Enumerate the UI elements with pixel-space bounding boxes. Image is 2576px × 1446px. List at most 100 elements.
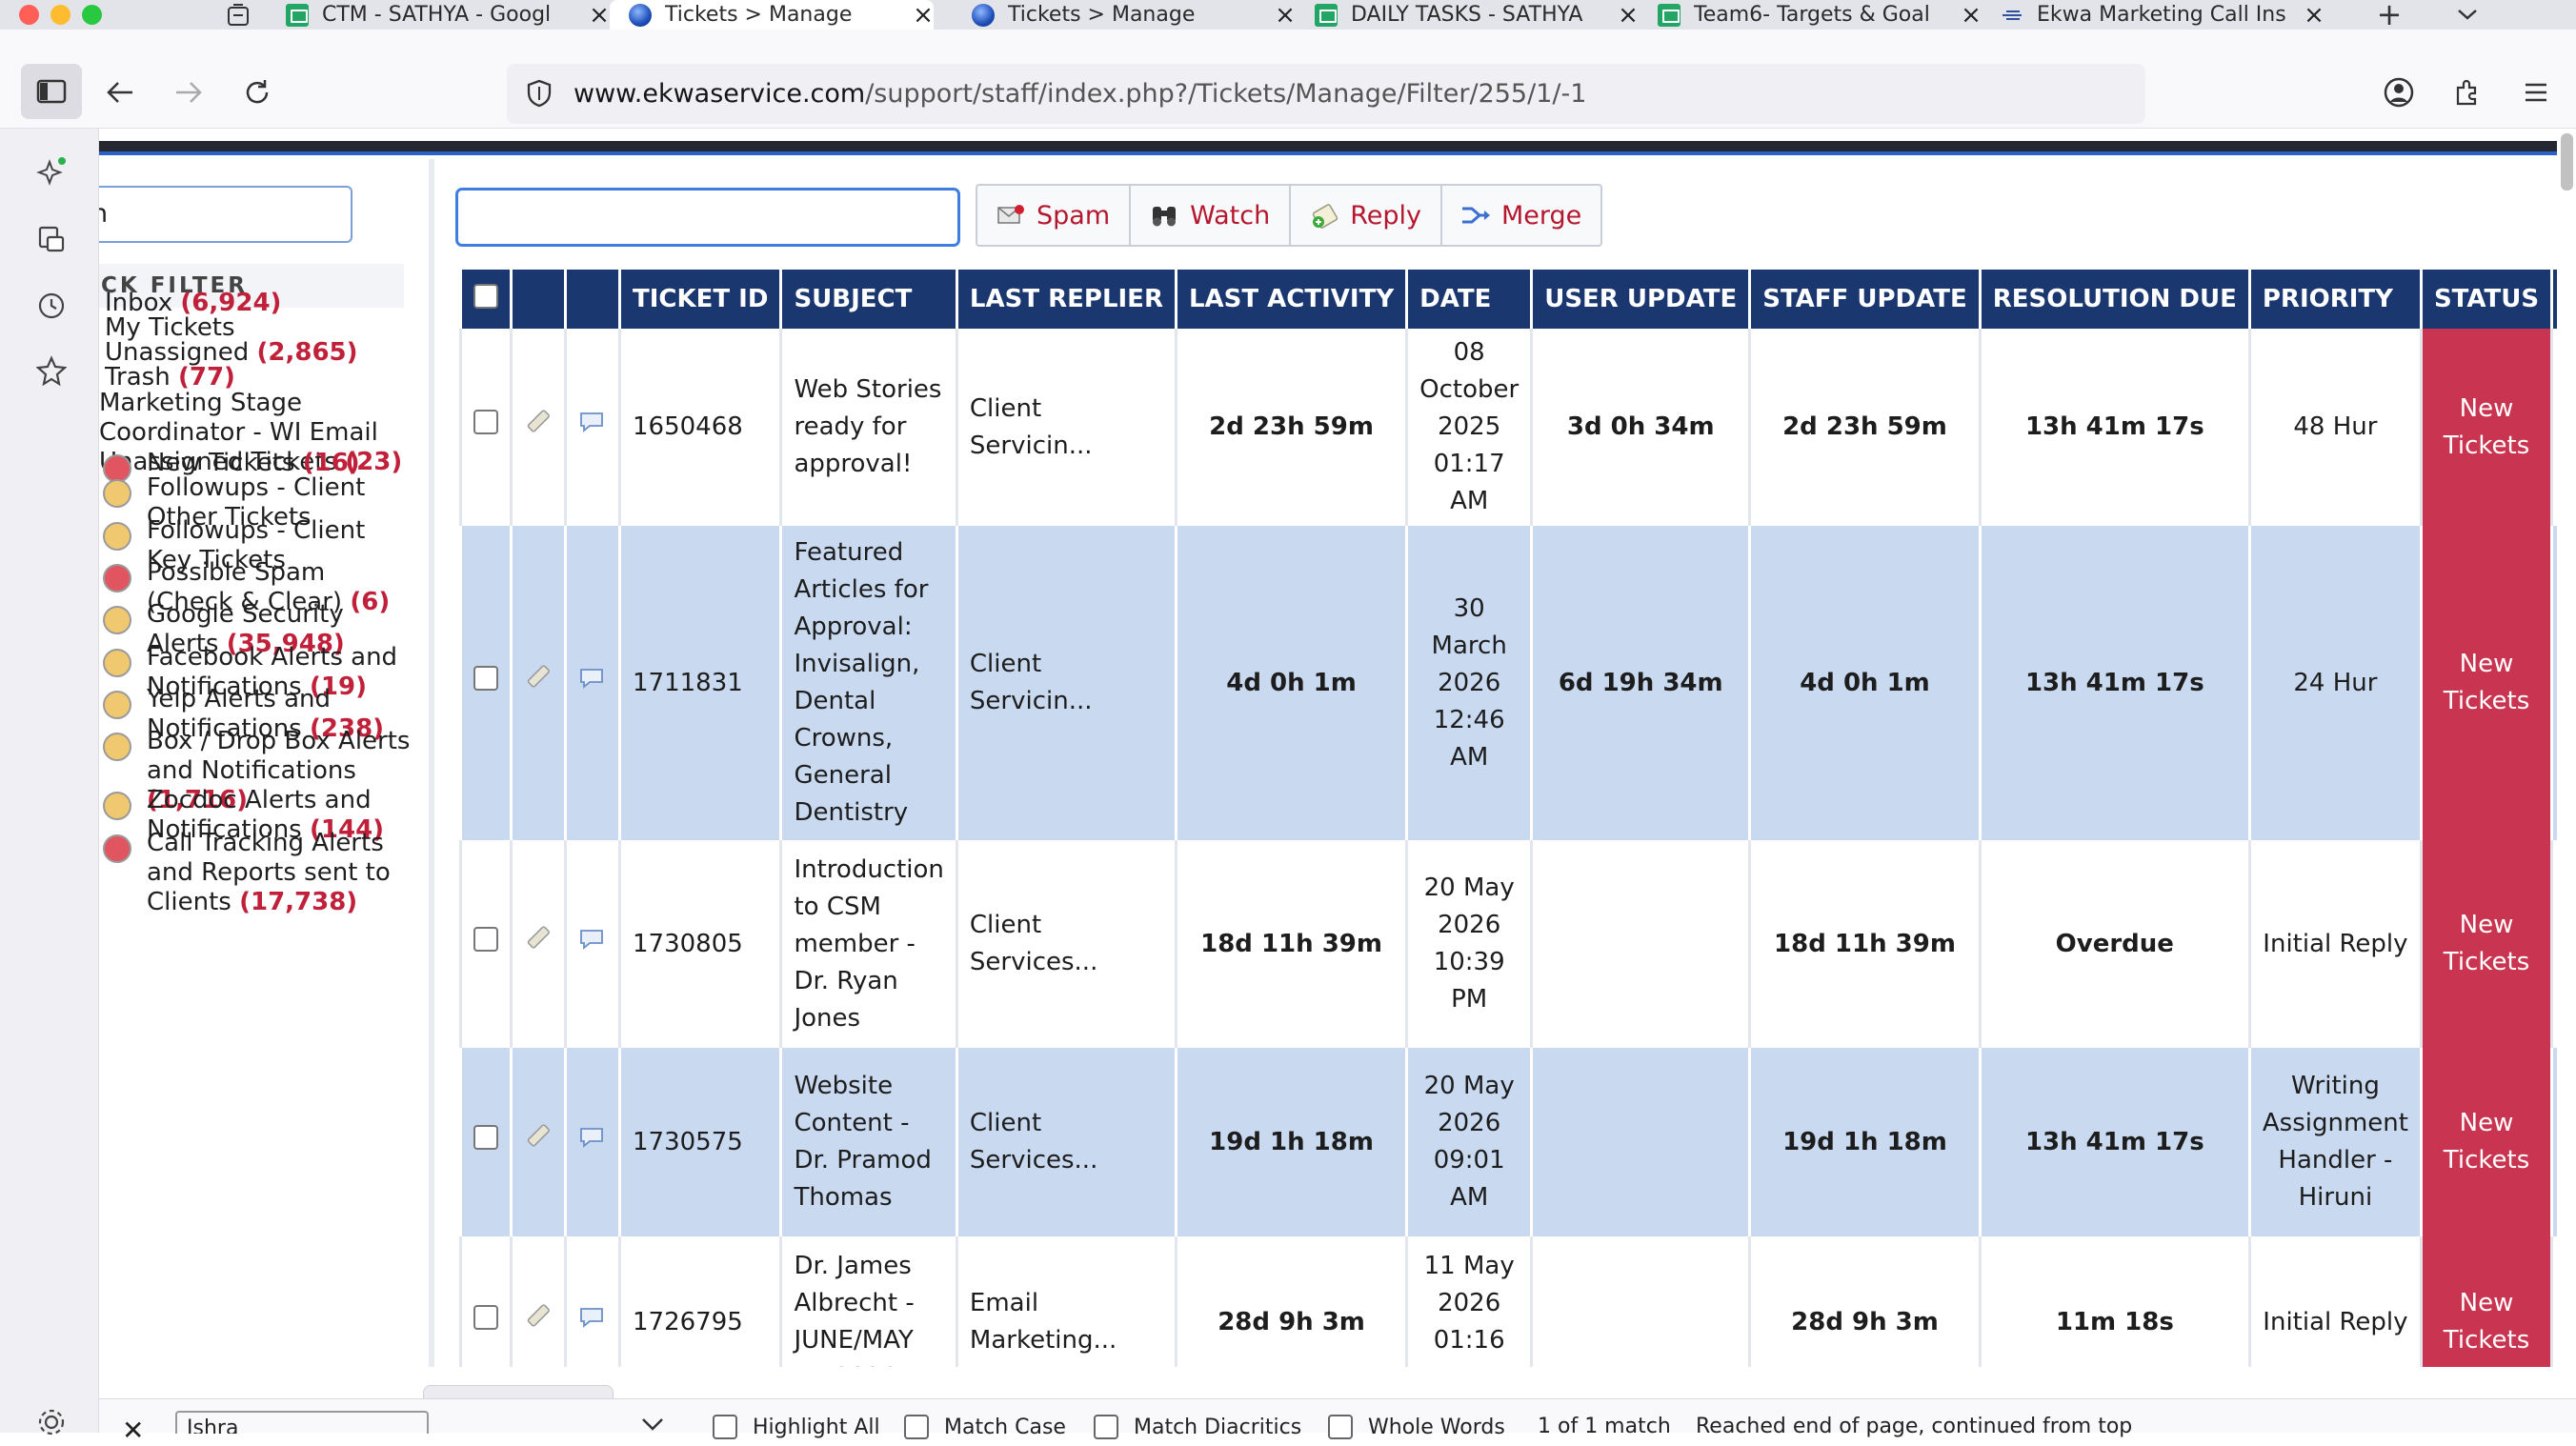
row-checkbox[interactable] xyxy=(473,926,498,952)
sidebar-search-input[interactable]: h xyxy=(99,186,352,243)
column-last-activity[interactable]: LAST ACTIVITY xyxy=(1174,270,1407,329)
tab-3[interactable]: Tickets > Manage × xyxy=(972,0,1296,30)
select-all-checkbox[interactable] xyxy=(473,283,498,309)
table-row[interactable]: 1711831 Featured Articles for Approval: I… xyxy=(459,526,2557,840)
find-input[interactable]: Ishra xyxy=(175,1411,429,1434)
reload-icon[interactable] xyxy=(238,73,276,111)
tab-close-icon[interactable]: × xyxy=(1961,1,1982,30)
synced-tabs-icon[interactable] xyxy=(34,222,69,256)
flag-pencil-icon[interactable] xyxy=(524,409,553,443)
tab-1[interactable]: CTM - SATHYA - Googl × xyxy=(286,0,610,30)
comment-bubble-icon[interactable] xyxy=(578,929,607,958)
flag-pencil-icon[interactable] xyxy=(524,665,553,698)
column-date[interactable]: DATE xyxy=(1405,270,1532,329)
close-window-button[interactable] xyxy=(19,5,39,25)
row-select-cell xyxy=(459,1048,512,1236)
tab-close-icon[interactable]: × xyxy=(589,1,610,30)
ticket-id-cell[interactable]: 1730805 xyxy=(617,840,781,1048)
watch-button[interactable]: Watch xyxy=(1131,186,1292,245)
subject-cell[interactable]: Dr. James Albrecht - JUNE/MAY NL 2026 - xyxy=(779,1236,957,1367)
column-last-replier[interactable]: LAST REPLIER xyxy=(955,270,1177,329)
maximize-window-button[interactable] xyxy=(82,5,102,25)
back-arrow-icon[interactable] xyxy=(101,73,139,111)
whole-words-checkbox[interactable] xyxy=(1328,1415,1353,1439)
tab-close-icon[interactable]: × xyxy=(1618,1,1639,30)
table-row[interactable]: 1650468 Web Stories ready for approval! Cl… xyxy=(459,329,2557,526)
comment-bubble-icon[interactable] xyxy=(578,1127,607,1156)
column-priority[interactable]: PRIORITY xyxy=(2247,270,2422,329)
column-truncated[interactable]: C xyxy=(2550,270,2557,329)
row-select-cell xyxy=(459,840,512,1048)
row-checkbox[interactable] xyxy=(473,1304,498,1330)
column-status[interactable]: STATUS xyxy=(2419,270,2552,329)
extensions-puzzle-icon[interactable] xyxy=(2448,73,2486,111)
column-resolution-due[interactable]: RESOLUTION DUE xyxy=(1978,270,2250,329)
forward-arrow-icon[interactable] xyxy=(170,73,208,111)
match-diacritics-option[interactable]: Match Diacritics xyxy=(1094,1415,1301,1439)
ai-sparkle-icon[interactable] xyxy=(34,155,69,190)
flag-pencil-icon[interactable] xyxy=(524,926,553,959)
tab-close-icon[interactable]: × xyxy=(913,1,934,30)
history-clock-icon[interactable] xyxy=(34,289,69,323)
ticket-id-cell[interactable]: 1726795 xyxy=(617,1236,781,1367)
vertical-scrollbar[interactable] xyxy=(2561,133,2573,191)
new-tab-plus-icon[interactable]: + xyxy=(2375,0,2404,32)
subject-cell[interactable]: Featured Articles for Approval: Invisali… xyxy=(779,526,957,840)
comment-bubble-icon[interactable] xyxy=(578,668,607,697)
match-diacritics-checkbox[interactable] xyxy=(1094,1415,1118,1439)
last-replier-cell: Client Services... xyxy=(955,1048,1177,1236)
row-checkbox[interactable] xyxy=(473,410,498,434)
close-find-icon[interactable]: ✕ xyxy=(122,1415,144,1446)
column-subject[interactable]: SUBJECT xyxy=(779,270,957,329)
minimize-window-button[interactable] xyxy=(50,5,70,25)
spam-button[interactable]: Spam xyxy=(977,186,1132,245)
account-icon[interactable] xyxy=(2380,73,2418,111)
table-row[interactable]: 1726795Dr. James Albrecht - JUNE/MAY NL … xyxy=(459,1236,2557,1367)
merge-button[interactable]: Merge xyxy=(1442,186,1600,245)
ticket-id-cell[interactable]: 1711831 xyxy=(617,526,781,840)
match-case-option[interactable]: Match Case xyxy=(904,1415,1066,1439)
highlight-all-option[interactable]: Highlight All xyxy=(713,1415,880,1439)
table-row[interactable]: 1730575 Website Content - Dr. Pramod Thom… xyxy=(459,1048,2557,1236)
ticket-table: TICKET ID SUBJECT LAST REPLIER LAST ACTI… xyxy=(459,270,2557,1367)
tab-5[interactable]: Team6- Targets & Goal × xyxy=(1658,0,1982,30)
find-next-chevron-icon[interactable] xyxy=(640,1416,665,1432)
whole-words-option[interactable]: Whole Words xyxy=(1328,1415,1505,1439)
tab-overview-icon[interactable] xyxy=(225,2,252,29)
list-tabs-chevron-icon[interactable] xyxy=(2453,0,2482,29)
column-ticket-id[interactable]: TICKET ID xyxy=(617,270,781,329)
row-checkbox[interactable] xyxy=(473,665,498,691)
tab-title: CTM - SATHYA - Googl xyxy=(322,3,552,27)
subject-cell[interactable]: Web Stories ready for approval! xyxy=(779,329,957,526)
site-shield-icon[interactable] xyxy=(526,79,554,110)
settings-gear-icon[interactable] xyxy=(34,1405,69,1439)
comment-bubble-icon[interactable] xyxy=(578,412,607,441)
tab-4[interactable]: DAILY TASKS - SATHYA × xyxy=(1315,0,1639,30)
sidebar-toggle-button[interactable] xyxy=(21,64,82,119)
reply-button[interactable]: Reply xyxy=(1291,186,1442,245)
column-staff-update[interactable]: STAFF UPDATE xyxy=(1748,270,1981,329)
ticket-id-cell[interactable]: 1730575 xyxy=(617,1048,781,1236)
row-checkbox[interactable] xyxy=(473,1124,498,1150)
bookmarks-star-icon[interactable] xyxy=(34,353,69,388)
address-bar[interactable]: www.ekwaservice.com/support/staff/index.… xyxy=(507,64,2145,124)
tab-close-icon[interactable]: × xyxy=(2304,1,2324,30)
comment-bubble-icon[interactable] xyxy=(578,1307,607,1336)
tab-close-icon[interactable]: × xyxy=(1275,1,1296,30)
ticket-id-cell[interactable]: 1650468 xyxy=(617,329,781,526)
flag-pencil-icon[interactable] xyxy=(524,1304,553,1337)
tab-6[interactable]: Ekwa Marketing Call Ins × xyxy=(2001,0,2324,30)
priority-cell: 24 Hur xyxy=(2247,526,2422,840)
table-row[interactable]: 1730805 Introduction to CSM member - Dr. … xyxy=(459,840,2557,1048)
match-case-checkbox[interactable] xyxy=(904,1415,929,1439)
highlight-all-checkbox[interactable] xyxy=(713,1415,737,1439)
column-user-update[interactable]: USER UPDATE xyxy=(1530,270,1750,329)
subject-cell[interactable]: Introduction to CSM member - Dr. Ryan Jo… xyxy=(779,840,957,1048)
app-menu-hamburger-icon[interactable] xyxy=(2517,73,2555,111)
flag-pencil-icon[interactable] xyxy=(524,1124,553,1157)
tab-2[interactable]: Tickets > Manage × xyxy=(610,0,934,30)
filter-item[interactable]: Call Tracking Alerts and Reports sent to… xyxy=(99,829,413,917)
ticket-search-input[interactable] xyxy=(455,188,960,247)
subject-cell[interactable]: Website Content - Dr. Pramod Thomas xyxy=(779,1048,957,1236)
select-all-cell xyxy=(459,270,512,329)
